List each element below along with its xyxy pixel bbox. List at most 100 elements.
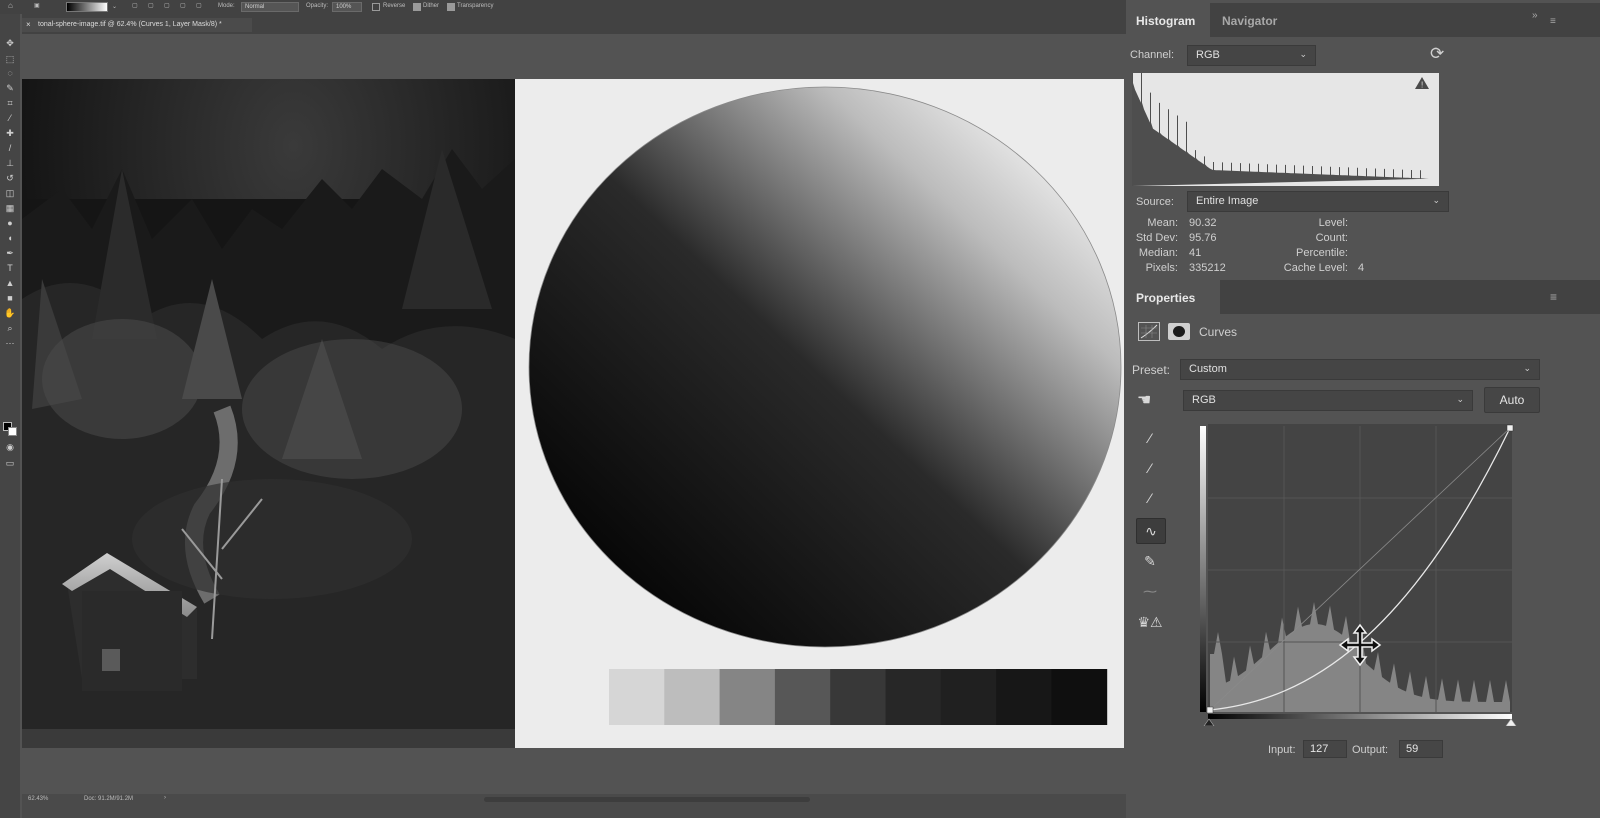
dither-checkbox[interactable] xyxy=(413,3,421,11)
auto-button[interactable]: Auto xyxy=(1484,387,1540,413)
chevron-down-icon[interactable]: ⌄ xyxy=(112,3,117,10)
cache-level-value: 4 xyxy=(1358,262,1365,274)
gradient-tool-icon[interactable]: ▣ xyxy=(34,2,40,9)
smooth-curve-icon[interactable]: ⁓ xyxy=(1138,579,1162,603)
layer-mask-icon[interactable] xyxy=(1168,323,1190,340)
type-tool-icon[interactable]: T xyxy=(4,263,16,273)
mode-label: Mode: xyxy=(218,3,235,9)
horizontal-scrollbar[interactable] xyxy=(484,797,810,802)
opacity-label: Opacity: xyxy=(306,3,329,9)
chevron-down-icon: ⌄ xyxy=(1432,195,1440,205)
document-tab[interactable]: × tonal-sphere-image.tif @ 62.4% (Curves… xyxy=(22,18,252,32)
pen-tool-icon[interactable]: ✒ xyxy=(4,248,16,258)
preset-select[interactable]: Custom ⌄ xyxy=(1180,359,1540,380)
input-value: 127 xyxy=(1310,743,1329,755)
curves-adjustment-icon[interactable] xyxy=(1138,322,1160,341)
reflected-gradient-icon[interactable]: ▢ xyxy=(180,2,186,9)
background-color-swatch[interactable] xyxy=(8,427,17,436)
radial-gradient-icon[interactable]: ▢ xyxy=(148,2,154,9)
eraser-tool-icon[interactable]: ◫ xyxy=(4,188,16,198)
path-selection-tool-icon[interactable]: ▲ xyxy=(4,278,16,288)
marquee-tool-icon[interactable]: ⬚ xyxy=(4,54,16,64)
tonal-step xyxy=(1051,669,1108,725)
mode-select[interactable]: Normal xyxy=(241,2,299,12)
output-label: Output: xyxy=(1352,744,1389,756)
crop-tool-icon[interactable]: ⌗ xyxy=(4,98,16,108)
shape-tool-icon[interactable]: ■ xyxy=(4,293,16,303)
tab-navigator[interactable]: Navigator xyxy=(1212,3,1308,37)
output-value: 59 xyxy=(1406,743,1419,755)
right-panel-dock: Histogram Navigator » ≡ Channel: RGB ⌄ ⟳… xyxy=(1126,0,1600,818)
black-point-eyedropper-icon[interactable]: ⁄ xyxy=(1138,426,1162,450)
linear-gradient-icon[interactable]: ▢ xyxy=(132,2,138,9)
curves-channel-value: RGB xyxy=(1192,394,1216,406)
tonal-step xyxy=(774,669,831,725)
median-label: Median: xyxy=(1138,247,1178,259)
histogram-channel-select[interactable]: RGB ⌄ xyxy=(1187,45,1316,66)
collapse-icon[interactable]: » xyxy=(1532,10,1538,21)
panel-menu-icon[interactable]: ≡ xyxy=(1550,16,1556,27)
clipping-warning-icon[interactable]: ♛⚠ xyxy=(1135,610,1165,634)
white-point-eyedropper-icon[interactable]: ⁄ xyxy=(1138,486,1162,510)
curve-point-tool-icon[interactable]: ∿ xyxy=(1136,518,1166,544)
gray-point-eyedropper-icon[interactable]: ⁄ xyxy=(1138,456,1162,480)
zoom-level[interactable]: 62.43% xyxy=(28,796,48,802)
on-image-adjustment-icon[interactable]: ☚ xyxy=(1137,390,1151,410)
brush-tool-icon[interactable]: / xyxy=(4,143,16,153)
clone-stamp-tool-icon[interactable]: ⊥ xyxy=(4,158,16,168)
source-label: Source: xyxy=(1136,196,1174,208)
move-tool-icon[interactable]: ✥ xyxy=(4,38,16,48)
opacity-field[interactable]: 100% xyxy=(332,2,362,12)
refresh-icon[interactable]: ⟳ xyxy=(1430,44,1444,64)
transparency-checkbox[interactable] xyxy=(447,3,455,11)
photoshop-window: ⌂ ▣ ⌄ ▢ ▢ ▢ ▢ ▢ Mode: Normal Opacity: 10… xyxy=(0,0,1600,818)
curves-graph[interactable] xyxy=(1200,424,1520,727)
dodge-tool-icon[interactable]: ◖ xyxy=(4,233,16,243)
tab-properties[interactable]: Properties xyxy=(1126,280,1220,314)
eyedropper-tool-icon[interactable]: ⁄ xyxy=(4,113,16,123)
histogram-source-value: Entire Image xyxy=(1196,195,1259,207)
sphere-document xyxy=(515,79,1124,748)
auto-button-label: Auto xyxy=(1499,393,1525,407)
curves-channel-select[interactable]: RGB ⌄ xyxy=(1183,390,1473,411)
tonal-step xyxy=(609,669,665,725)
chevron-down-icon: ⌄ xyxy=(1456,394,1464,404)
tonal-step xyxy=(885,669,942,725)
document-size: Doc: 91.2M/91.2M xyxy=(84,796,134,802)
stddev-value: 95.76 xyxy=(1189,232,1217,244)
reverse-checkbox[interactable] xyxy=(372,3,380,11)
close-icon[interactable]: × xyxy=(26,20,31,29)
histogram-shape xyxy=(1132,73,1429,186)
blur-tool-icon[interactable]: ● xyxy=(4,218,16,228)
histogram-source-select[interactable]: Entire Image ⌄ xyxy=(1187,191,1449,212)
zoom-tool-icon[interactable]: ⌕ xyxy=(4,323,16,333)
gradient-picker[interactable] xyxy=(66,2,108,12)
input-field[interactable]: 127 xyxy=(1303,740,1347,758)
pixels-label: Pixels: xyxy=(1145,262,1178,274)
home-icon[interactable]: ⌂ xyxy=(8,1,13,10)
tab-navigator-label: Navigator xyxy=(1222,14,1278,28)
panel-menu-icon[interactable]: ≡ xyxy=(1550,290,1557,304)
quick-mask-icon[interactable]: ◉ xyxy=(4,442,16,452)
pencil-draw-icon[interactable]: ✎ xyxy=(1138,549,1162,573)
diamond-gradient-icon[interactable]: ▢ xyxy=(196,2,202,9)
tab-histogram[interactable]: Histogram xyxy=(1126,3,1210,37)
opacity-value: 100% xyxy=(336,4,352,10)
adjustment-name: Curves xyxy=(1199,325,1238,339)
svg-text:!: ! xyxy=(1421,81,1423,90)
edit-toolbar-icon[interactable]: ⋯ xyxy=(4,338,16,348)
angle-gradient-icon[interactable]: ▢ xyxy=(164,2,170,9)
hand-tool-icon[interactable]: ✋ xyxy=(4,308,16,318)
tonal-step xyxy=(719,669,776,725)
gradient-tool-icon[interactable]: ▦ xyxy=(4,203,16,213)
quick-selection-tool-icon[interactable]: ✎ xyxy=(4,83,16,93)
chevron-right-icon[interactable]: › xyxy=(164,795,166,801)
healing-brush-tool-icon[interactable]: ✚ xyxy=(4,128,16,138)
screen-mode-icon[interactable]: ▭ xyxy=(4,458,16,468)
lasso-tool-icon[interactable]: ◌ xyxy=(4,68,16,78)
history-brush-tool-icon[interactable]: ↺ xyxy=(4,173,16,183)
tonal-step xyxy=(664,669,721,725)
mode-value: Normal xyxy=(245,4,265,10)
chevron-down-icon: ⌄ xyxy=(1299,49,1307,59)
output-field[interactable]: 59 xyxy=(1399,740,1443,758)
